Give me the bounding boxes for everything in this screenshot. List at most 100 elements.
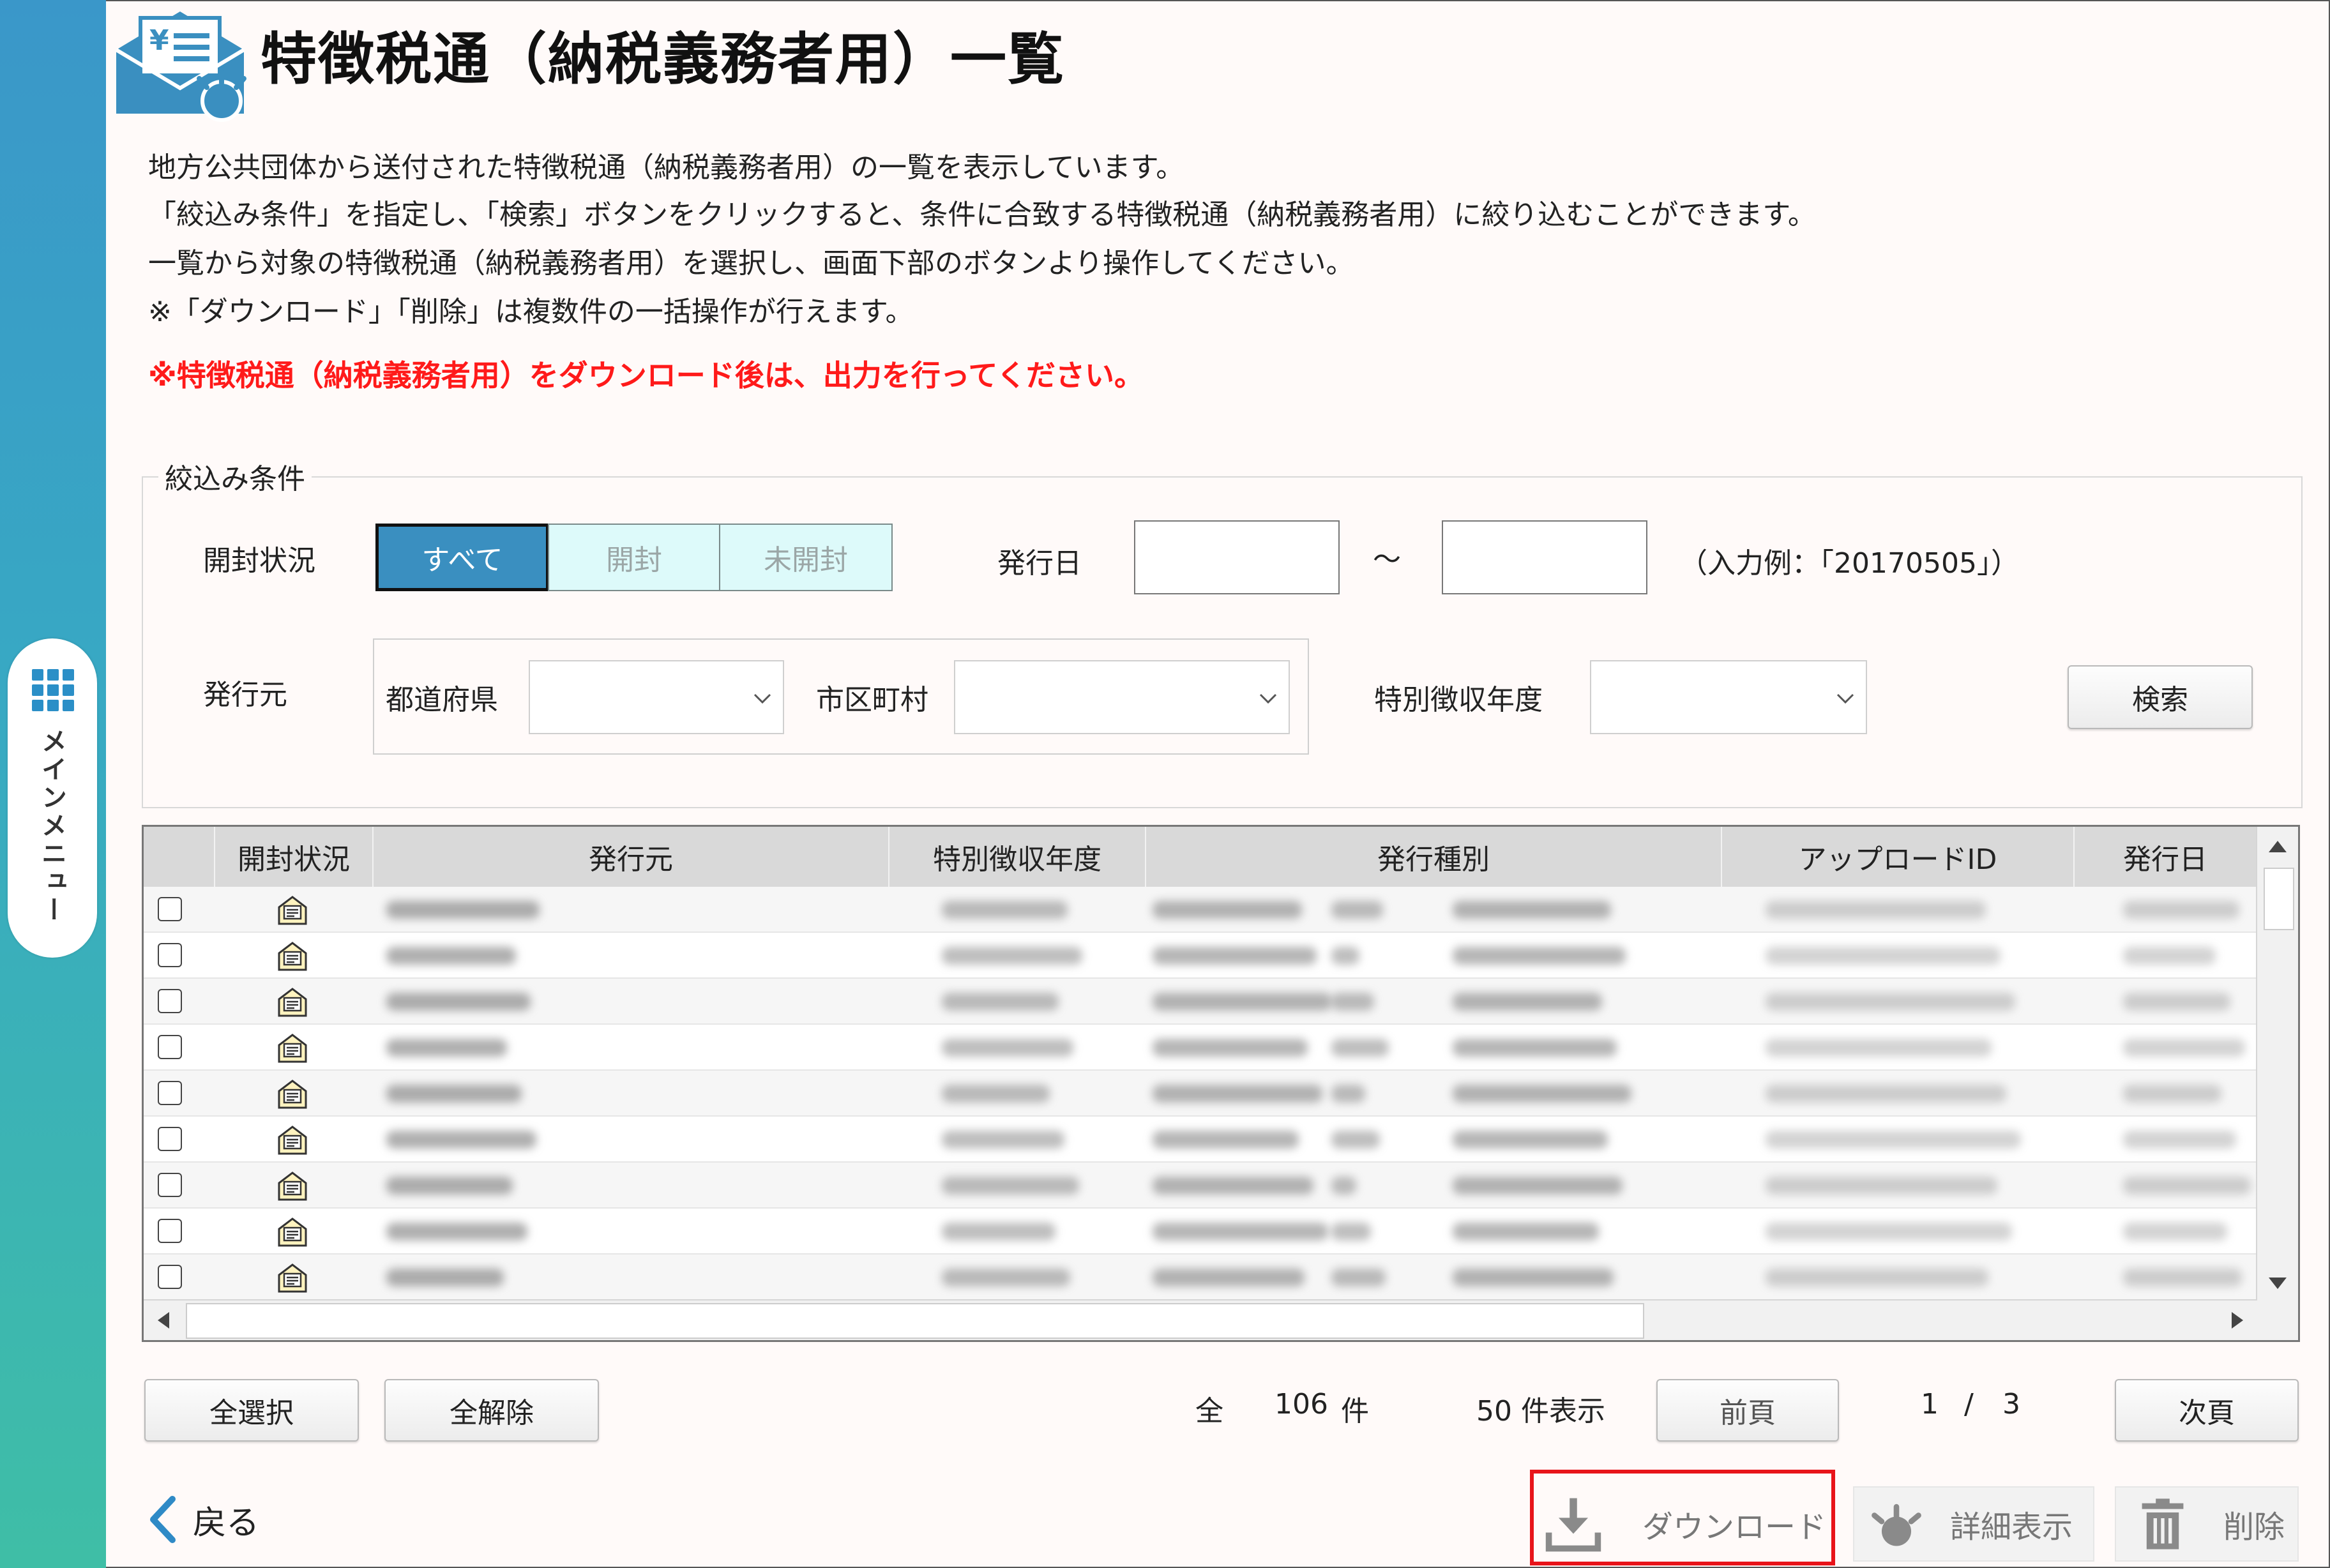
row-checkbox[interactable] [158,1081,182,1105]
row-checkbox[interactable] [158,989,182,1013]
obscured-cell [1331,947,1359,965]
obscured-cell [2123,1177,2251,1195]
column-header-tax-year[interactable]: 特別徴収年度 [889,827,1146,887]
next-page-button[interactable]: 次頁 [2115,1379,2299,1442]
delete-button[interactable]: 削除 [2115,1486,2299,1562]
tax-year-select[interactable] [1590,660,1867,734]
obscured-cell [1331,1131,1380,1149]
column-header-upload-id[interactable]: アップロードID [1722,827,2075,887]
svg-text:¥: ¥ [149,24,169,57]
obscured-cell [1453,1085,1631,1103]
opened-envelope-icon [278,988,307,1017]
obscured-cell [1453,993,1602,1011]
table-row[interactable] [144,979,2257,1025]
obscured-cell [1453,1131,1608,1149]
obscured-cell [1153,1085,1322,1103]
select-all-button[interactable]: 全選択 [144,1379,359,1442]
chevron-down-icon [1259,693,1277,704]
obscured-cell [1453,947,1626,965]
table-row[interactable] [144,887,2257,933]
page-separator: / [1964,1388,1974,1421]
obscured-cell [386,1177,513,1195]
prev-page-button[interactable]: 前頁 [1656,1379,1839,1442]
issue-date-to-input[interactable] [1442,520,1647,594]
open-status-unopened-button[interactable]: 未開封 [719,524,893,591]
table-row[interactable] [144,1255,2257,1300]
warning-message: ※特徴税通（納税義務者用）をダウンロード後は、出力を行ってください。 [148,358,1144,393]
description-line-1: 地方公共団体から送付された特徴税通（納税義務者用）の一覧を表示しています。 [148,151,1184,184]
horizontal-scroll-thumb[interactable] [186,1303,1644,1339]
obscured-cell [942,1085,1050,1103]
table-row[interactable] [144,1163,2257,1209]
obscured-cell [1766,901,1986,919]
download-button[interactable]: ダウンロード [1539,1486,1827,1562]
obscured-cell [1766,1039,1992,1057]
open-status-all-button[interactable]: すべて [375,524,549,591]
scroll-right-arrow-icon[interactable] [2219,1300,2257,1340]
total-count: 106 [1275,1388,1328,1421]
prefecture-select[interactable] [529,660,784,734]
obscured-cell [1331,1223,1371,1240]
detail-view-button[interactable]: 詳細表示 [1853,1486,2094,1562]
obscured-cell [942,1177,1079,1195]
row-checkbox[interactable] [158,1127,182,1151]
opened-envelope-icon [278,1126,307,1155]
table-row[interactable] [144,1071,2257,1117]
city-select[interactable] [954,660,1290,734]
download-label: ダウンロード [1642,1509,1827,1545]
open-status-opened-button[interactable]: 開封 [548,524,720,591]
detail-view-label: 詳細表示 [1950,1509,2073,1545]
column-header-issuer[interactable]: 発行元 [374,827,889,887]
table-row[interactable] [144,1117,2257,1163]
vertical-scroll-thumb[interactable] [2264,868,2294,930]
scroll-left-arrow-icon[interactable] [144,1300,182,1340]
trash-icon [2142,1498,2184,1549]
obscured-cell [1766,993,2015,1011]
table-body [144,887,2257,1303]
obscured-cell [1453,1269,1614,1286]
obscured-cell [1331,993,1374,1011]
obscured-cell [1766,1085,2006,1103]
row-checkbox[interactable] [158,1219,182,1243]
obscured-cell [1331,1269,1386,1286]
vertical-scrollbar[interactable] [2256,827,2298,1303]
obscured-cell [1766,1131,2021,1149]
obscured-cell [1153,1269,1305,1286]
scroll-up-arrow-icon[interactable] [2257,827,2298,865]
row-checkbox[interactable] [158,1265,182,1289]
horizontal-scrollbar[interactable] [144,1299,2257,1340]
search-button[interactable]: 検索 [2068,665,2253,729]
description-line-3: 一覧から対象の特徴税通（納税義務者用）を選択し、画面下部のボタンより操作してくだ… [148,247,1354,280]
row-checkbox[interactable] [158,1173,182,1197]
obscured-cell [1331,1085,1365,1103]
table-row[interactable] [144,1209,2257,1255]
page-title: 特徴税通（納税義務者用）一覧 [261,26,1066,92]
scroll-down-arrow-icon[interactable] [2257,1265,2298,1303]
obscured-cell [1766,947,2001,965]
opened-envelope-icon [278,1034,307,1063]
obscured-cell [942,1131,1064,1149]
total-suffix: 件 [1341,1395,1369,1428]
row-checkbox[interactable] [158,943,182,967]
issue-date-from-input[interactable] [1134,520,1340,594]
obscured-cell [2123,947,2216,965]
obscured-cell [386,1039,507,1057]
back-button[interactable]: 戻る [147,1494,259,1545]
column-header-issue-type[interactable]: 発行種別 [1146,827,1722,887]
main-menu-tab[interactable]: メインメニュー [8,638,97,958]
obscured-cell [942,901,1068,919]
chevron-down-icon [753,693,771,704]
column-header-open-status[interactable]: 開封状況 [215,827,374,887]
row-checkbox[interactable] [158,897,182,921]
prefecture-label: 都道府県 [386,684,498,716]
deselect-all-button[interactable]: 全解除 [384,1379,599,1442]
table-row[interactable] [144,1025,2257,1071]
column-header-issue-date[interactable]: 発行日 [2075,827,2257,887]
obscured-cell [942,1269,1070,1286]
obscured-cell [942,1039,1073,1057]
description-line-2: 「絞込み条件」を指定し、「検索」ボタンをクリックすると、条件に合致する特徴税通（… [148,199,1816,231]
table-row[interactable] [144,933,2257,979]
row-checkbox[interactable] [158,1035,182,1059]
obscured-cell [386,993,531,1011]
obscured-cell [386,1085,522,1103]
